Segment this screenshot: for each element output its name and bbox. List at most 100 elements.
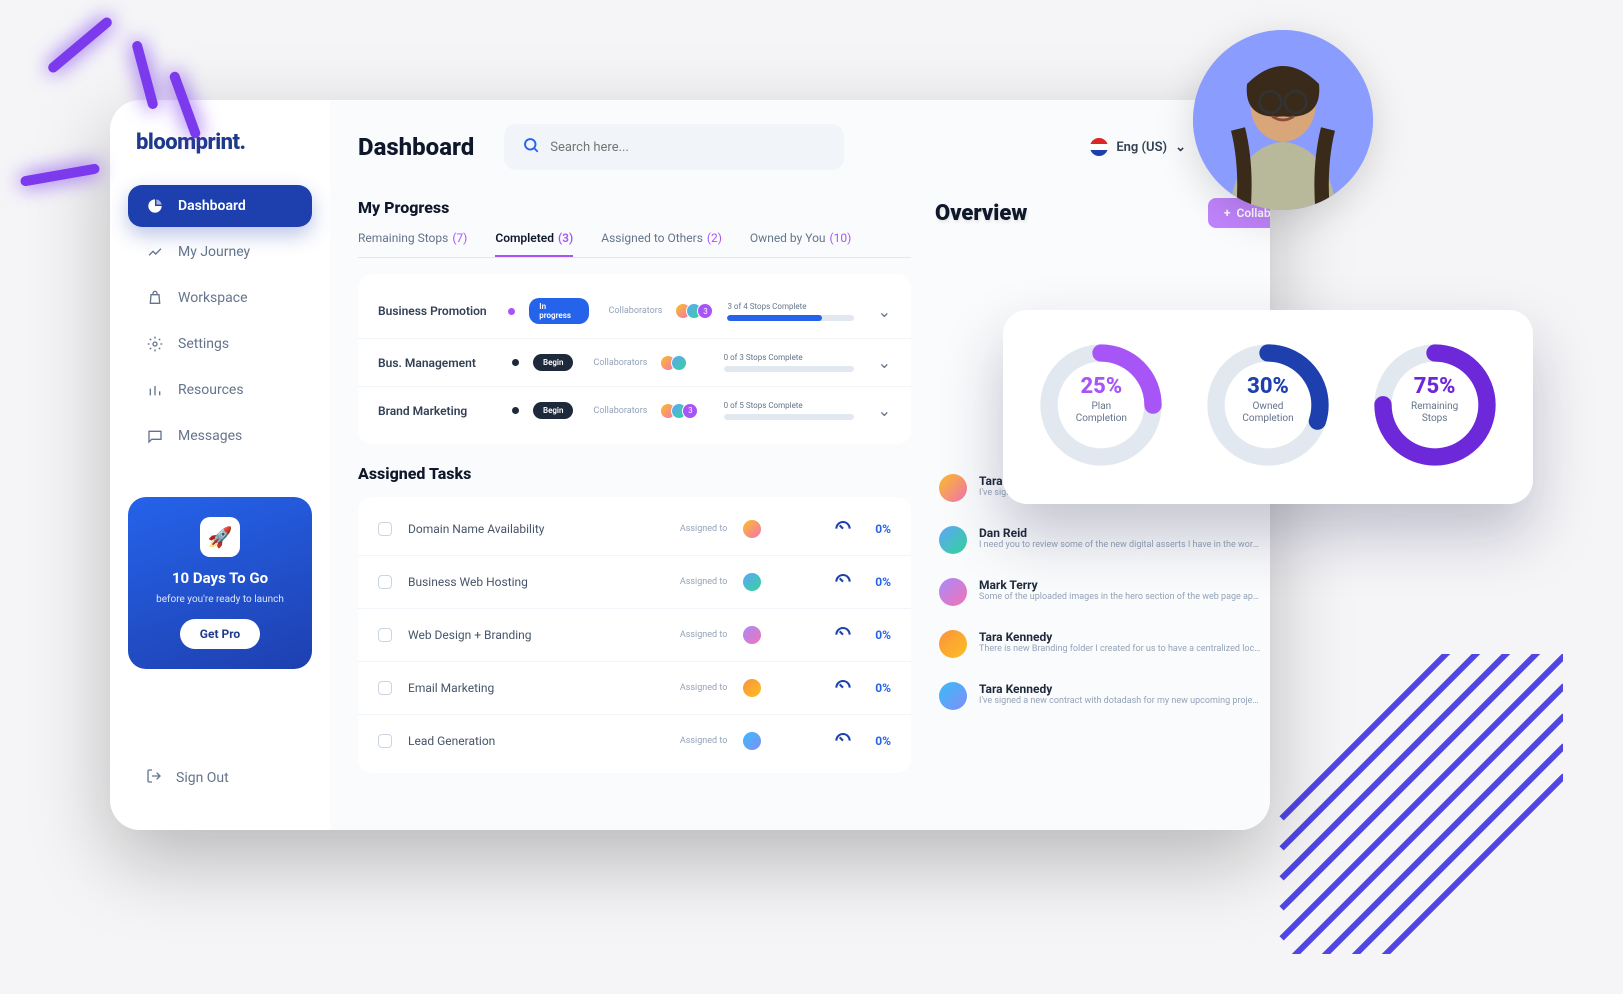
flag-icon <box>1090 138 1108 156</box>
collaborator-avatars <box>665 355 687 371</box>
rocket-icon: 🚀 <box>200 517 240 557</box>
gear-icon <box>146 335 164 353</box>
message-icon <box>146 427 164 445</box>
progress-name: Brand Marketing <box>378 404 498 418</box>
sidebar-item-label: Workspace <box>178 290 248 306</box>
sidebar-item-messages[interactable]: Messages <box>128 415 312 457</box>
task-checkbox[interactable] <box>378 575 392 589</box>
overview-header: Overview +Collaborate <box>935 198 1270 228</box>
message-row[interactable]: Mark Terry Some of the uploaded images i… <box>935 566 1270 618</box>
plus-icon: + <box>1224 206 1231 220</box>
assigned-to-label: Assigned to <box>680 524 727 534</box>
get-pro-button[interactable]: Get Pro <box>180 619 260 649</box>
task-name: Email Marketing <box>408 681 608 695</box>
sidebar-item-resources[interactable]: Resources <box>128 369 312 411</box>
sign-out-label: Sign Out <box>176 770 229 786</box>
progress-list: Business Promotion In progress Collabora… <box>358 274 911 444</box>
decorative-stripes <box>1263 654 1563 954</box>
bag-icon <box>146 289 164 307</box>
chevron-down-icon[interactable]: ⌄ <box>878 353 891 372</box>
chevron-down-icon[interactable]: ⌄ <box>878 302 891 321</box>
gauge-icon <box>833 729 853 753</box>
assigned-to-label: Assigned to <box>680 577 727 587</box>
task-name: Lead Generation <box>408 734 608 748</box>
tab-assigned-others[interactable]: Assigned to Others (2) <box>601 231 722 257</box>
promo-subtitle: before you're ready to launch <box>142 593 298 607</box>
collaborators-label: Collaborators <box>593 406 647 416</box>
progress-bar-wrap: 0 of 3 Stops Complete <box>724 353 854 372</box>
donut-value: 25% <box>1076 374 1127 399</box>
task-percent: 0% <box>875 628 891 642</box>
status-dot <box>512 407 519 414</box>
sidebar-item-journey[interactable]: My Journey <box>128 231 312 273</box>
donut-label: OwnedCompletion <box>1242 401 1293 425</box>
task-checkbox[interactable] <box>378 734 392 748</box>
message-row[interactable]: Tara Kennedy I've signed a new contract … <box>935 670 1270 722</box>
language-selector[interactable]: Eng (US) ⌄ <box>1090 138 1186 156</box>
progress-row: Business Promotion In progress Collabora… <box>358 284 911 339</box>
bars-icon <box>146 381 164 399</box>
gauge-icon <box>833 623 853 647</box>
overview-title: Overview <box>935 201 1027 226</box>
progress-row: Bus. Management Begin Collaborators 0 of… <box>358 339 911 387</box>
task-checkbox[interactable] <box>378 522 392 536</box>
progress-name: Business Promotion <box>378 304 494 318</box>
task-list: Domain Name Availability Assigned to 0% … <box>358 497 911 773</box>
status-pill: Begin <box>533 354 573 371</box>
gauge-icon <box>833 676 853 700</box>
assigned-tasks-title: Assigned Tasks <box>358 464 911 483</box>
overview-donuts-card: 25% PlanCompletion 30% OwnedCompletion 7… <box>1003 310 1533 504</box>
progress-bar-wrap: 0 of 5 Stops Complete <box>724 401 854 420</box>
assignee-avatar <box>743 679 761 697</box>
search-input[interactable] <box>550 140 826 155</box>
search-icon <box>522 136 540 158</box>
sidebar-item-settings[interactable]: Settings <box>128 323 312 365</box>
message-avatar <box>939 578 967 606</box>
overview-donut: 30% OwnedCompletion <box>1203 340 1333 474</box>
progress-bar-label: 0 of 3 Stops Complete <box>724 353 854 362</box>
task-name: Business Web Hosting <box>408 575 608 589</box>
sidebar-item-workspace[interactable]: Workspace <box>128 277 312 319</box>
message-sender: Mark Terry <box>979 578 1263 592</box>
page-title: Dashboard <box>358 133 474 161</box>
collaborators-label: Collaborators <box>593 358 647 368</box>
progress-bar-wrap: 3 of 4 Stops Complete <box>727 302 853 321</box>
user-avatar-large <box>1193 30 1373 210</box>
sidebar-item-label: Settings <box>178 336 229 352</box>
message-row[interactable]: Tara Kennedy There is new Branding folde… <box>935 618 1270 670</box>
task-row: Web Design + Branding Assigned to 0% <box>358 609 911 662</box>
message-avatar <box>939 630 967 658</box>
assigned-to-label: Assigned to <box>680 630 727 640</box>
task-row: Email Marketing Assigned to 0% <box>358 662 911 715</box>
assignee-avatar <box>743 732 761 750</box>
progress-bar-label: 0 of 5 Stops Complete <box>724 401 854 410</box>
tab-remaining[interactable]: Remaining Stops (7) <box>358 231 467 257</box>
task-name: Web Design + Branding <box>408 628 608 642</box>
task-name: Domain Name Availability <box>408 522 608 536</box>
progress-row: Brand Marketing Begin Collaborators 3 0 … <box>358 387 911 434</box>
message-preview: I need you to review some of the new dig… <box>979 540 1263 550</box>
donut-value: 75% <box>1411 374 1458 399</box>
tab-completed[interactable]: Completed (3) <box>495 231 573 257</box>
message-sender: Dan Reid <box>979 526 1263 540</box>
decorative-burst <box>0 10 200 230</box>
sign-out-button[interactable]: Sign Out <box>128 756 312 800</box>
task-checkbox[interactable] <box>378 628 392 642</box>
search-field[interactable] <box>504 124 844 170</box>
chevron-down-icon[interactable]: ⌄ <box>878 401 891 420</box>
status-pill: Begin <box>533 402 573 419</box>
collaborators-label: Collaborators <box>609 306 663 316</box>
task-row: Business Web Hosting Assigned to 0% <box>358 556 911 609</box>
task-percent: 0% <box>875 522 891 536</box>
message-row[interactable]: Dan Reid I need you to review some of th… <box>935 514 1270 566</box>
message-avatar <box>939 474 967 502</box>
collaborator-avatars: 3 <box>680 303 713 319</box>
task-checkbox[interactable] <box>378 681 392 695</box>
message-preview: I've signed a new contract with dotadash… <box>979 696 1263 706</box>
tab-owned[interactable]: Owned by You (10) <box>750 231 851 257</box>
message-sender: Tara Kennedy <box>979 630 1263 644</box>
sidebar-item-label: Resources <box>178 382 244 398</box>
gauge-icon <box>833 517 853 541</box>
message-sender: Tara Kennedy <box>979 682 1263 696</box>
sidebar-item-label: Messages <box>178 428 242 444</box>
